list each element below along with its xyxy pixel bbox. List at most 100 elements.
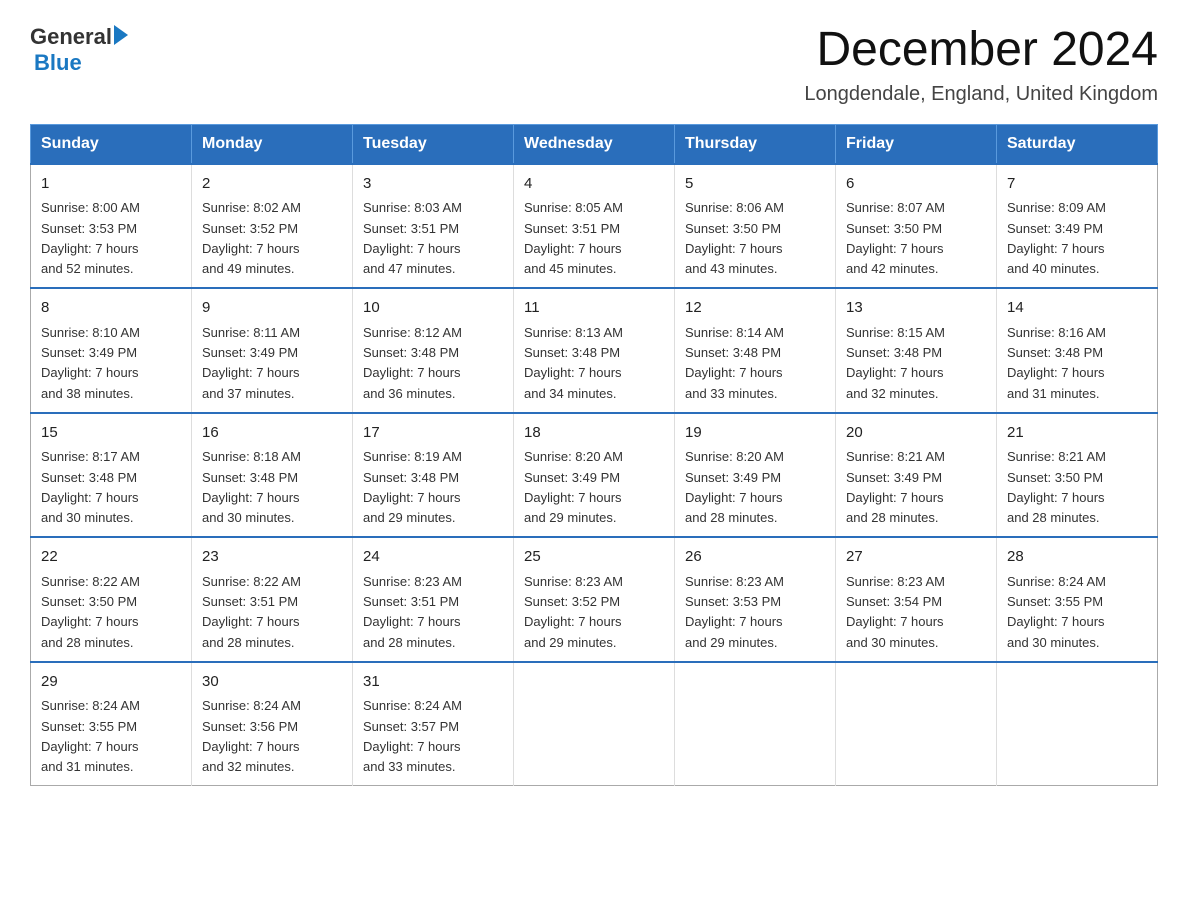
day-info: Sunrise: 8:23 AMSunset: 3:52 PMDaylight:…: [524, 574, 623, 650]
day-number: 14: [1007, 297, 1147, 320]
day-number: 24: [363, 546, 503, 569]
header-cell-wednesday: Wednesday: [514, 124, 675, 164]
day-number: 26: [685, 546, 825, 569]
week-row-3: 15 Sunrise: 8:17 AMSunset: 3:48 PMDayligh…: [31, 413, 1158, 538]
day-cell: 30 Sunrise: 8:24 AMSunset: 3:56 PMDayligh…: [192, 662, 353, 786]
day-info: Sunrise: 8:05 AMSunset: 3:51 PMDaylight:…: [524, 200, 623, 276]
day-info: Sunrise: 8:18 AMSunset: 3:48 PMDaylight:…: [202, 449, 301, 525]
day-cell: 1Sunrise: 8:00 AMSunset: 3:53 PMDaylight…: [31, 164, 192, 289]
day-number: 12: [685, 297, 825, 320]
header-cell-monday: Monday: [192, 124, 353, 164]
day-info: Sunrise: 8:21 AMSunset: 3:50 PMDaylight:…: [1007, 449, 1106, 525]
day-info: Sunrise: 8:23 AMSunset: 3:54 PMDaylight:…: [846, 574, 945, 650]
day-number: 16: [202, 422, 342, 445]
day-info: Sunrise: 8:22 AMSunset: 3:50 PMDaylight:…: [41, 574, 140, 650]
calendar-subtitle: Longdendale, England, United Kingdom: [804, 83, 1158, 106]
logo-arrow-icon: [114, 25, 128, 45]
day-number: 7: [1007, 173, 1147, 196]
day-cell: 23 Sunrise: 8:22 AMSunset: 3:51 PMDayligh…: [192, 537, 353, 662]
day-info: Sunrise: 8:07 AMSunset: 3:50 PMDaylight:…: [846, 200, 945, 276]
day-cell: 10 Sunrise: 8:12 AMSunset: 3:48 PMDayligh…: [353, 288, 514, 413]
day-cell: 21 Sunrise: 8:21 AMSunset: 3:50 PMDayligh…: [997, 413, 1158, 538]
day-cell: 28Sunrise: 8:24 AMSunset: 3:55 PMDayligh…: [997, 537, 1158, 662]
day-number: 29: [41, 671, 181, 694]
header-cell-sunday: Sunday: [31, 124, 192, 164]
day-cell: 22 Sunrise: 8:22 AMSunset: 3:50 PMDayligh…: [31, 537, 192, 662]
day-cell: 4 Sunrise: 8:05 AMSunset: 3:51 PMDaylight…: [514, 164, 675, 289]
day-info: Sunrise: 8:00 AMSunset: 3:53 PMDaylight:…: [41, 200, 140, 276]
day-info: Sunrise: 8:22 AMSunset: 3:51 PMDaylight:…: [202, 574, 301, 650]
day-cell: [997, 662, 1158, 786]
day-info: Sunrise: 8:21 AMSunset: 3:49 PMDaylight:…: [846, 449, 945, 525]
day-number: 10: [363, 297, 503, 320]
day-number: 15: [41, 422, 181, 445]
day-cell: 3 Sunrise: 8:03 AMSunset: 3:51 PMDaylight…: [353, 164, 514, 289]
day-cell: 13 Sunrise: 8:15 AMSunset: 3:48 PMDayligh…: [836, 288, 997, 413]
day-cell: 8 Sunrise: 8:10 AMSunset: 3:49 PMDaylight…: [31, 288, 192, 413]
day-cell: [675, 662, 836, 786]
day-info: Sunrise: 8:24 AMSunset: 3:56 PMDaylight:…: [202, 698, 301, 774]
day-info: Sunrise: 8:17 AMSunset: 3:48 PMDaylight:…: [41, 449, 140, 525]
day-cell: 7Sunrise: 8:09 AMSunset: 3:49 PMDaylight…: [997, 164, 1158, 289]
header-cell-tuesday: Tuesday: [353, 124, 514, 164]
day-cell: 16 Sunrise: 8:18 AMSunset: 3:48 PMDayligh…: [192, 413, 353, 538]
day-number: 2: [202, 173, 342, 196]
day-info: Sunrise: 8:10 AMSunset: 3:49 PMDaylight:…: [41, 325, 140, 401]
day-cell: 12 Sunrise: 8:14 AMSunset: 3:48 PMDayligh…: [675, 288, 836, 413]
day-info: Sunrise: 8:23 AMSunset: 3:53 PMDaylight:…: [685, 574, 784, 650]
day-number: 20: [846, 422, 986, 445]
day-number: 18: [524, 422, 664, 445]
day-number: 3: [363, 173, 503, 196]
week-row-5: 29 Sunrise: 8:24 AMSunset: 3:55 PMDayligh…: [31, 662, 1158, 786]
day-info: Sunrise: 8:20 AMSunset: 3:49 PMDaylight:…: [524, 449, 623, 525]
day-info: Sunrise: 8:11 AMSunset: 3:49 PMDaylight:…: [202, 325, 300, 401]
day-cell: [514, 662, 675, 786]
day-info: Sunrise: 8:03 AMSunset: 3:51 PMDaylight:…: [363, 200, 462, 276]
day-info: Sunrise: 8:20 AMSunset: 3:49 PMDaylight:…: [685, 449, 784, 525]
day-cell: 14 Sunrise: 8:16 AMSunset: 3:48 PMDayligh…: [997, 288, 1158, 413]
logo-general: General: [30, 24, 112, 50]
week-row-2: 8 Sunrise: 8:10 AMSunset: 3:49 PMDaylight…: [31, 288, 1158, 413]
week-row-1: 1Sunrise: 8:00 AMSunset: 3:53 PMDaylight…: [31, 164, 1158, 289]
calendar-table: SundayMondayTuesdayWednesdayThursdayFrid…: [30, 124, 1158, 787]
day-info: Sunrise: 8:24 AMSunset: 3:55 PMDaylight:…: [41, 698, 140, 774]
day-number: 21: [1007, 422, 1147, 445]
header-cell-thursday: Thursday: [675, 124, 836, 164]
header-cell-friday: Friday: [836, 124, 997, 164]
day-number: 6: [846, 173, 986, 196]
day-info: Sunrise: 8:24 AMSunset: 3:57 PMDaylight:…: [363, 698, 462, 774]
day-info: Sunrise: 8:06 AMSunset: 3:50 PMDaylight:…: [685, 200, 784, 276]
day-cell: 25 Sunrise: 8:23 AMSunset: 3:52 PMDayligh…: [514, 537, 675, 662]
day-number: 8: [41, 297, 181, 320]
day-number: 23: [202, 546, 342, 569]
day-info: Sunrise: 8:19 AMSunset: 3:48 PMDaylight:…: [363, 449, 462, 525]
day-info: Sunrise: 8:15 AMSunset: 3:48 PMDaylight:…: [846, 325, 945, 401]
day-info: Sunrise: 8:02 AMSunset: 3:52 PMDaylight:…: [202, 200, 301, 276]
day-cell: [836, 662, 997, 786]
day-info: Sunrise: 8:12 AMSunset: 3:48 PMDaylight:…: [363, 325, 462, 401]
day-cell: 6 Sunrise: 8:07 AMSunset: 3:50 PMDaylight…: [836, 164, 997, 289]
day-cell: 29 Sunrise: 8:24 AMSunset: 3:55 PMDayligh…: [31, 662, 192, 786]
calendar-title: December 2024: [804, 24, 1158, 77]
header-row: SundayMondayTuesdayWednesdayThursdayFrid…: [31, 124, 1158, 164]
day-number: 25: [524, 546, 664, 569]
logo: General Blue: [30, 24, 128, 77]
day-number: 11: [524, 297, 664, 320]
day-cell: 15 Sunrise: 8:17 AMSunset: 3:48 PMDayligh…: [31, 413, 192, 538]
day-number: 28: [1007, 546, 1147, 569]
day-cell: 26 Sunrise: 8:23 AMSunset: 3:53 PMDayligh…: [675, 537, 836, 662]
week-row-4: 22 Sunrise: 8:22 AMSunset: 3:50 PMDayligh…: [31, 537, 1158, 662]
day-info: Sunrise: 8:14 AMSunset: 3:48 PMDaylight:…: [685, 325, 784, 401]
day-number: 13: [846, 297, 986, 320]
day-number: 30: [202, 671, 342, 694]
day-number: 31: [363, 671, 503, 694]
title-block: December 2024 Longdendale, England, Unit…: [804, 24, 1158, 106]
day-info: Sunrise: 8:16 AMSunset: 3:48 PMDaylight:…: [1007, 325, 1106, 401]
day-number: 5: [685, 173, 825, 196]
day-info: Sunrise: 8:23 AMSunset: 3:51 PMDaylight:…: [363, 574, 462, 650]
day-cell: 27Sunrise: 8:23 AMSunset: 3:54 PMDayligh…: [836, 537, 997, 662]
day-number: 4: [524, 173, 664, 196]
day-number: 22: [41, 546, 181, 569]
day-number: 17: [363, 422, 503, 445]
day-cell: 19Sunrise: 8:20 AMSunset: 3:49 PMDayligh…: [675, 413, 836, 538]
